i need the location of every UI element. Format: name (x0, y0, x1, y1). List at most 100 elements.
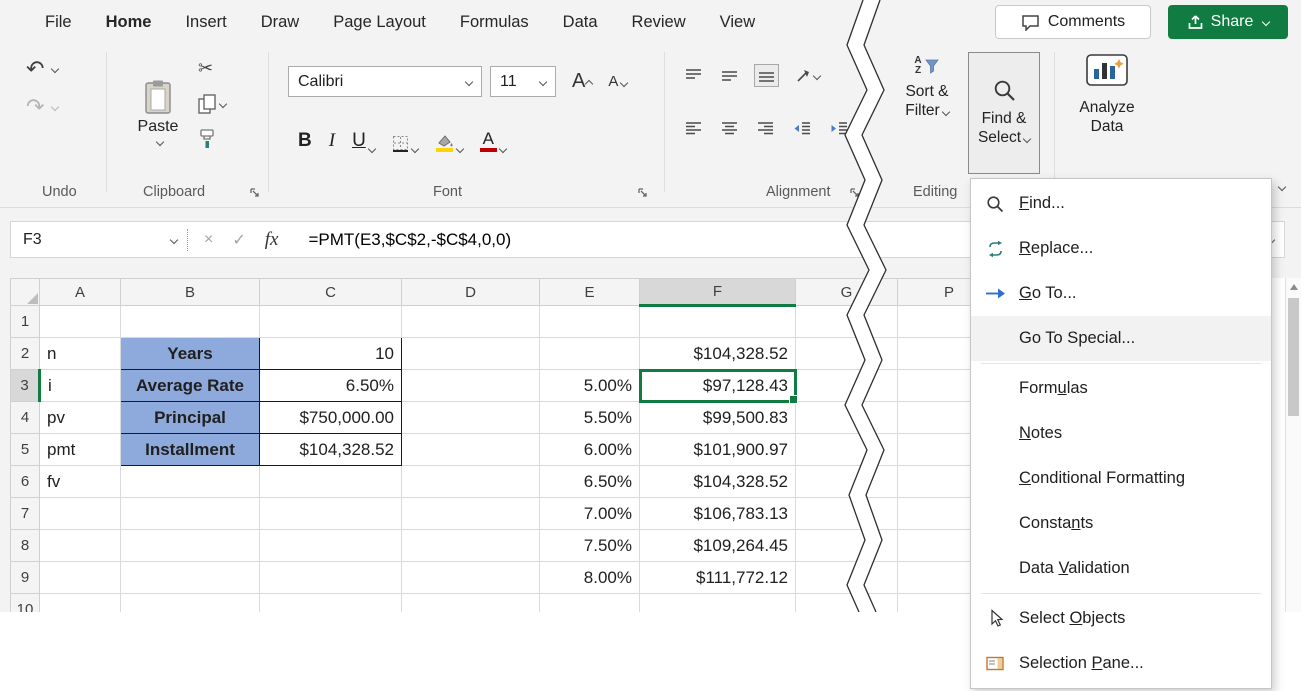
bold-button[interactable]: B (298, 130, 312, 152)
cell[interactable] (402, 306, 540, 338)
cell[interactable] (402, 594, 540, 613)
cell[interactable] (40, 562, 121, 594)
cell[interactable] (260, 306, 402, 338)
comments-button[interactable]: Comments (995, 5, 1151, 39)
menu-item-go-to[interactable]: Go To... (971, 271, 1271, 316)
cell-E6[interactable]: 6.50% (540, 466, 640, 498)
col-header-E[interactable]: E (540, 279, 640, 306)
cell-A2[interactable]: n (40, 338, 121, 370)
col-header-C[interactable]: C (260, 279, 402, 306)
tab-home[interactable]: Home (89, 8, 169, 37)
menu-item-notes[interactable]: Notes (971, 411, 1271, 456)
align-bottom-button[interactable] (754, 64, 779, 87)
redo-button[interactable]: ↷ (26, 94, 58, 120)
row-header-4[interactable]: 4 (11, 402, 40, 434)
cell[interactable] (402, 434, 540, 466)
align-top-button[interactable] (682, 65, 705, 86)
cell-F8[interactable]: $109,264.45 (640, 530, 796, 562)
cell-E7[interactable]: 7.00% (540, 498, 640, 530)
cell[interactable] (121, 594, 260, 613)
cell-C5[interactable]: $104,328.52 (260, 434, 402, 466)
cut-button[interactable]: ✂ (198, 58, 213, 79)
cell-F6[interactable]: $104,328.52 (640, 466, 796, 498)
cell-B3[interactable]: Average Rate (121, 370, 260, 402)
cell[interactable] (40, 530, 121, 562)
cell-E8[interactable]: 7.50% (540, 530, 640, 562)
col-header-F[interactable]: F (640, 279, 796, 306)
cancel-button[interactable]: × (204, 231, 213, 249)
cell[interactable] (121, 530, 260, 562)
cell-E3[interactable]: 5.00% (540, 370, 640, 402)
vertical-scrollbar[interactable] (1285, 278, 1301, 612)
menu-item-replace[interactable]: Replace... (971, 226, 1271, 271)
cell[interactable] (40, 498, 121, 530)
cell-F7[interactable]: $106,783.13 (640, 498, 796, 530)
cell-F3-active[interactable]: $97,128.43 (640, 370, 796, 402)
row-header-5[interactable]: 5 (11, 434, 40, 466)
format-painter-button[interactable] (198, 129, 216, 149)
undo-button[interactable]: ↶ (26, 56, 58, 82)
cell[interactable] (121, 466, 260, 498)
col-header-A[interactable]: A (40, 279, 121, 306)
cell[interactable] (640, 594, 796, 613)
col-header-B[interactable]: B (121, 279, 260, 306)
cell[interactable] (402, 562, 540, 594)
cell[interactable] (640, 306, 796, 338)
font-size-select[interactable]: 11 (490, 66, 556, 97)
cell[interactable] (260, 498, 402, 530)
cell[interactable] (540, 338, 640, 370)
cell[interactable] (540, 306, 640, 338)
tab-draw[interactable]: Draw (244, 8, 317, 37)
cell-A3[interactable]: i (40, 370, 121, 402)
cell-C3[interactable]: 6.50% (260, 370, 402, 402)
scroll-up-icon[interactable] (1290, 284, 1298, 290)
cell-E5[interactable]: 6.00% (540, 434, 640, 466)
menu-item-select-objects[interactable]: Select Objects (971, 596, 1271, 641)
row-header-2[interactable]: 2 (11, 338, 40, 370)
cell[interactable] (402, 530, 540, 562)
cell-E4[interactable]: 5.50% (540, 402, 640, 434)
orientation-button[interactable] (792, 65, 823, 87)
cell-C4[interactable]: $750,000.00 (260, 402, 402, 434)
fill-color-button[interactable] (435, 134, 463, 152)
align-left-button[interactable] (682, 118, 705, 139)
cell-A4[interactable]: pv (40, 402, 121, 434)
align-center-button[interactable] (718, 118, 741, 139)
row-header-1[interactable]: 1 (11, 306, 40, 338)
cell[interactable] (260, 562, 402, 594)
tab-page-layout[interactable]: Page Layout (316, 8, 443, 37)
font-color-button[interactable]: A (480, 130, 506, 152)
menu-item-data-validation[interactable]: Data Validation (971, 546, 1271, 591)
cell[interactable] (260, 530, 402, 562)
menu-item-conditional-formatting[interactable]: Conditional Formatting (971, 456, 1271, 501)
shrink-font-button[interactable]: A (608, 73, 627, 90)
cell[interactable] (40, 594, 121, 613)
cell[interactable] (260, 594, 402, 613)
copy-button[interactable] (198, 94, 226, 114)
cell[interactable] (402, 338, 540, 370)
font-dialog-launcher-icon[interactable] (636, 186, 649, 199)
menu-item-find[interactable]: Find... (971, 181, 1271, 226)
cell[interactable] (260, 466, 402, 498)
col-header-D[interactable]: D (402, 279, 540, 306)
cell-C2[interactable]: 10 (260, 338, 402, 370)
cell[interactable] (121, 498, 260, 530)
select-all-corner[interactable] (11, 279, 40, 306)
menu-item-formulas[interactable]: Formulas (971, 366, 1271, 411)
cell[interactable] (121, 306, 260, 338)
enter-button[interactable]: ✓ (232, 230, 245, 250)
tab-file[interactable]: File (28, 8, 89, 37)
share-button[interactable]: Share (1168, 5, 1288, 39)
cell-F2[interactable]: $104,328.52 (640, 338, 796, 370)
cell[interactable] (402, 402, 540, 434)
cell[interactable] (402, 466, 540, 498)
analyze-data-button[interactable]: Analyze Data (1062, 54, 1152, 137)
cell-F4[interactable]: $99,500.83 (640, 402, 796, 434)
cell[interactable] (121, 562, 260, 594)
decrease-indent-button[interactable] (790, 118, 814, 139)
clipboard-dialog-launcher-icon[interactable] (248, 186, 261, 199)
cell[interactable] (402, 370, 540, 402)
row-header-9[interactable]: 9 (11, 562, 40, 594)
cell-A6[interactable]: fv (40, 466, 121, 498)
cell-B5[interactable]: Installment (121, 434, 260, 466)
